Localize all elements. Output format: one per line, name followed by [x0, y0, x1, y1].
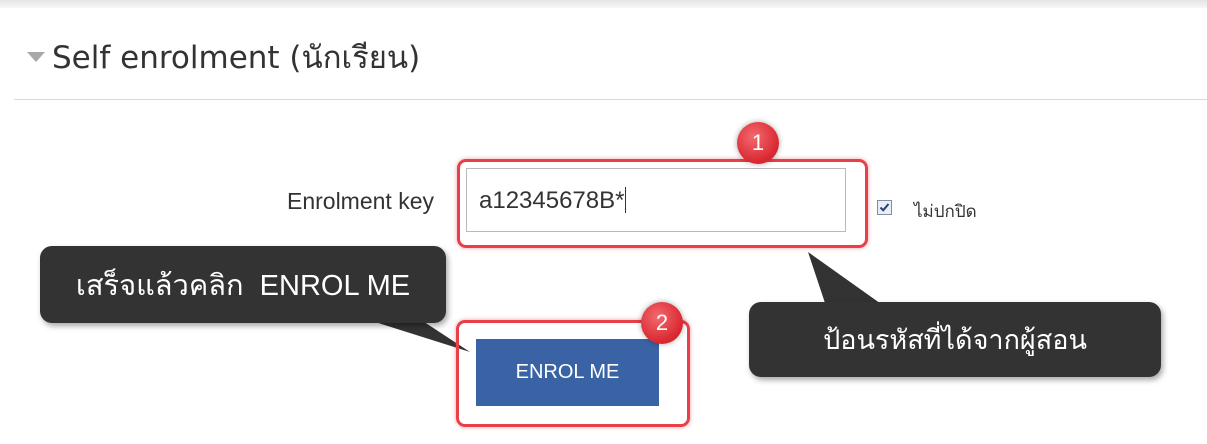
step2-number: 2 [655, 310, 669, 335]
callout-click-enrol-text: เสร็จแล้วคลิก ENROL ME [75, 269, 411, 302]
callout-right-tail [808, 252, 884, 306]
callout-click-enrol: เสร็จแล้วคลิก ENROL ME [40, 246, 446, 323]
step1-number: 1 [751, 130, 765, 155]
step1-badge: 1 [737, 122, 779, 164]
step2-badge: 2 [641, 302, 683, 344]
step1-highlight [457, 159, 868, 248]
callout-enter-key: ป้อนรหัสที่ได้จากผู้สอน [749, 302, 1161, 377]
callout-enter-key-text: ป้อนรหัสที่ได้จากผู้สอน [823, 325, 1087, 355]
